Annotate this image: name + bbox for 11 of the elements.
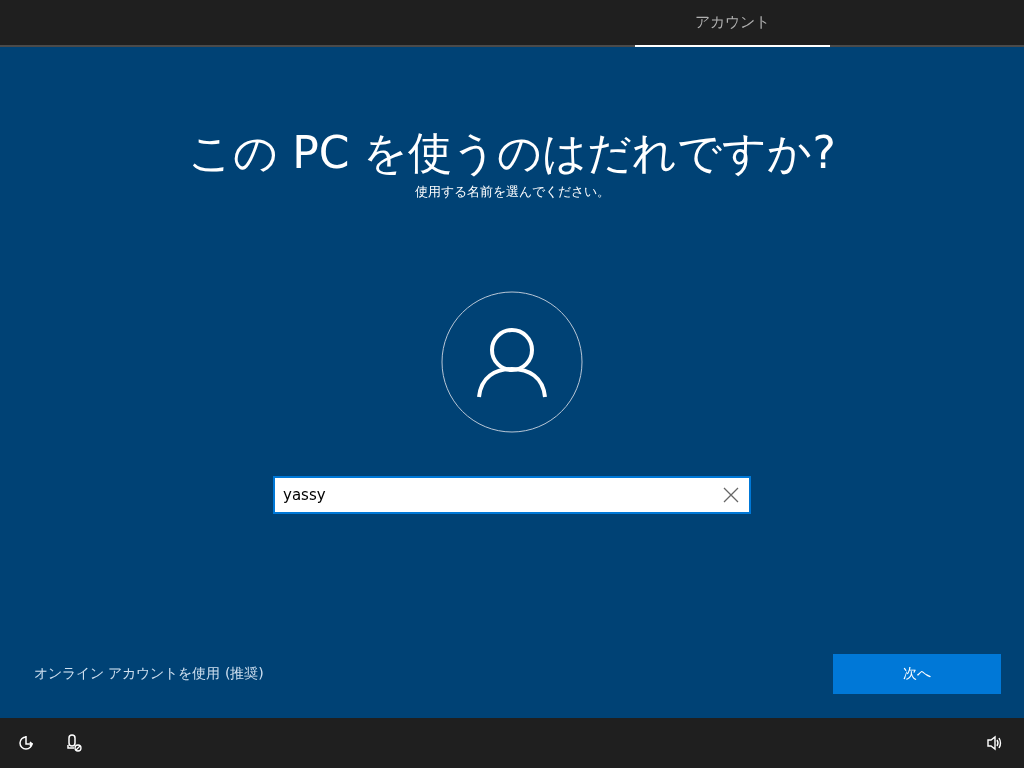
page-subheading: 使用する名前を選んでください。 (414, 183, 610, 201)
name-input-field[interactable]: yassy (273, 476, 751, 514)
accessibility-icon[interactable] (17, 734, 35, 752)
online-account-link[interactable]: オンライン アカウントを使用 (推奨) (34, 665, 264, 683)
clear-icon[interactable] (723, 487, 739, 503)
next-button[interactable]: 次へ (833, 654, 1001, 694)
page-heading: この PC を使うのはだれですか? (188, 126, 836, 180)
account-tab[interactable]: アカウント (635, 0, 830, 47)
microphone-muted-icon[interactable] (65, 734, 83, 752)
user-avatar-icon (441, 291, 583, 433)
speaker-icon[interactable] (986, 734, 1004, 752)
